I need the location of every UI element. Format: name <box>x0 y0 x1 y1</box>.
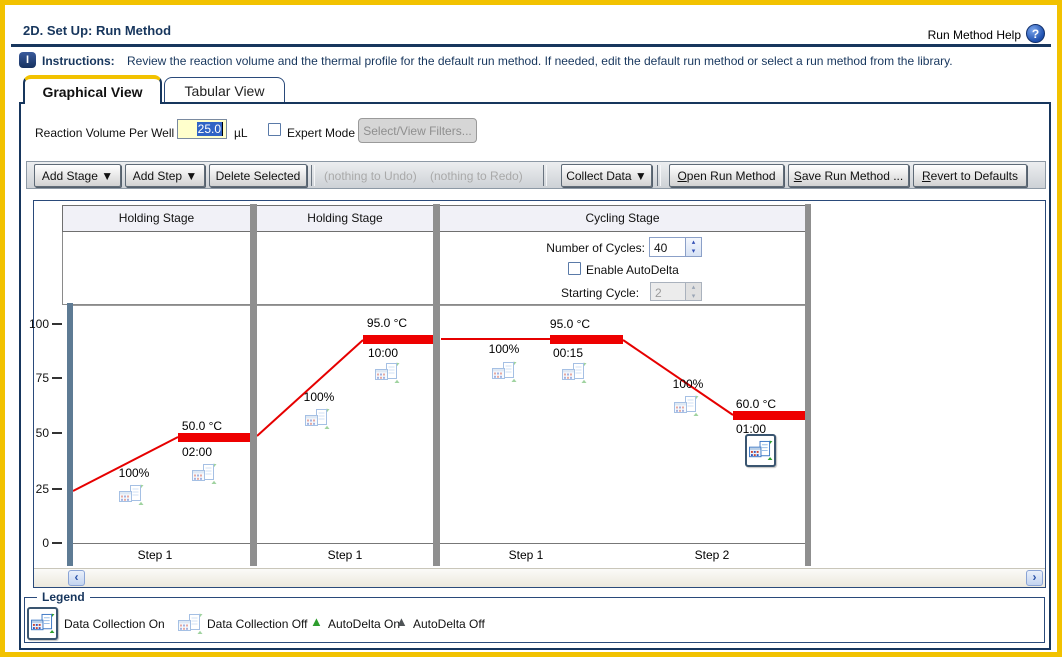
stage-header-cycling[interactable]: Cycling Stage <box>439 205 806 232</box>
legend-data-collection-off-icon <box>177 613 203 635</box>
add-stage-button[interactable]: Add Stage ▼ <box>34 164 121 187</box>
number-of-cycles-label: Number of Cycles: <box>535 241 645 255</box>
instructions-label: Instructions: <box>42 54 115 68</box>
data-collection-off-icon[interactable] <box>191 463 217 485</box>
step-temperature[interactable]: 50.0 °C <box>162 419 242 433</box>
delete-selected-button[interactable]: Delete Selected <box>209 164 307 187</box>
y-tick-mark <box>52 432 62 434</box>
expert-mode-checkbox[interactable] <box>268 123 281 136</box>
stage-options-box <box>62 231 251 305</box>
spinner-arrows-icon: ▴▾ <box>685 283 701 300</box>
help-link[interactable]: Run Method Help <box>928 28 1021 42</box>
ramp-rate[interactable]: 100% <box>653 377 723 391</box>
legend-item-label: AutoDelta Off <box>413 617 485 631</box>
data-collection-on-icon[interactable] <box>745 434 776 467</box>
legend-item-label: Data Collection On <box>64 617 165 631</box>
y-tick-mark <box>52 542 62 544</box>
data-collection-on-glyph <box>30 613 55 634</box>
scroll-right-button[interactable]: › <box>1026 570 1043 586</box>
data-collection-off-icon[interactable] <box>561 362 587 384</box>
redo-hint: (nothing to Redo) <box>430 169 523 183</box>
help-icon[interactable]: ? <box>1026 24 1045 43</box>
legend-item-label: AutoDelta On <box>328 617 400 631</box>
enable-autodelta-label: Enable AutoDelta <box>586 263 679 277</box>
instructions-icon: I <box>19 52 36 68</box>
stage-header-holding-2[interactable]: Holding Stage <box>256 205 434 232</box>
legend-title: Legend <box>37 590 90 604</box>
legend-item-label: Data Collection Off <box>207 617 308 631</box>
run-method-window: 2D. Set Up: Run Method Run Method Help ?… <box>0 0 1062 657</box>
step-time[interactable]: 02:00 <box>157 445 237 459</box>
legend-data-collection-on-icon <box>27 607 58 640</box>
header-divider <box>11 44 1051 47</box>
data-collection-on-glyph <box>748 440 773 461</box>
number-of-cycles-spinner[interactable]: 40 ▴▾ <box>649 237 702 257</box>
starting-cycle-value: 2 <box>655 286 662 300</box>
stage-divider <box>433 204 440 566</box>
chart-horizontal-scrollbar[interactable] <box>34 568 1045 587</box>
y-tick-label: 50 <box>23 426 49 440</box>
step-name[interactable]: Step 2 <box>667 548 757 562</box>
y-tick-label: 75 <box>23 371 49 385</box>
stage-options-box <box>256 231 434 305</box>
stage-header-holding-1[interactable]: Holding Stage <box>62 205 251 232</box>
stage-divider <box>805 204 811 566</box>
step-time[interactable]: 00:15 <box>528 346 608 360</box>
autodelta-off-icon: ▲ <box>395 615 408 628</box>
y-tick-mark <box>52 377 62 379</box>
y-tick-mark <box>52 323 62 325</box>
step-temperature[interactable]: 95.0 °C <box>530 317 610 331</box>
toolbar-separator <box>543 165 547 186</box>
autodelta-on-icon: ▲ <box>310 615 323 628</box>
ramp-rate[interactable]: 100% <box>99 466 169 480</box>
y-tick-mark <box>52 488 62 490</box>
step-name[interactable]: Step 1 <box>481 548 571 562</box>
select-view-filters-button[interactable]: Select/View Filters... <box>358 118 477 143</box>
step-temperature[interactable]: 95.0 °C <box>347 316 427 330</box>
volume-unit-label: µL <box>234 126 248 140</box>
step-time[interactable]: 10:00 <box>343 346 423 360</box>
data-collection-off-icon[interactable] <box>118 484 144 506</box>
scroll-left-button[interactable]: ‹ <box>68 570 85 586</box>
toolbar-separator <box>657 165 661 186</box>
starting-cycle-spinner: 2 ▴▾ <box>650 282 702 301</box>
save-run-method-button[interactable]: Save Run Method ... <box>788 164 909 187</box>
y-tick-label: 25 <box>23 482 49 496</box>
data-collection-off-icon[interactable] <box>304 408 330 430</box>
ramp-rate[interactable]: 100% <box>284 390 354 404</box>
data-collection-off-icon[interactable] <box>673 395 699 417</box>
ramp-rate[interactable]: 100% <box>469 342 539 356</box>
expert-mode-label: Expert Mode <box>287 126 355 140</box>
step-name[interactable]: Step 1 <box>300 548 390 562</box>
toolbar-separator <box>311 165 315 186</box>
revert-to-defaults-button[interactable]: Revert to Defaults <box>913 164 1027 187</box>
page-title: 2D. Set Up: Run Method <box>23 23 171 38</box>
instructions-text: Review the reaction volume and the therm… <box>127 54 1047 68</box>
undo-hint: (nothing to Undo) <box>324 169 417 183</box>
data-collection-off-icon[interactable] <box>374 362 400 384</box>
plot-left-edge <box>67 303 73 566</box>
tab-tabular-view[interactable]: Tabular View <box>164 77 285 102</box>
y-tick-label: 100 <box>23 317 49 331</box>
add-step-button[interactable]: Add Step ▼ <box>125 164 205 187</box>
y-tick-label: 0 <box>23 536 49 550</box>
collect-data-button[interactable]: Collect Data ▼ <box>561 164 652 187</box>
open-run-method-button[interactable]: Open Run Method <box>669 164 784 187</box>
enable-autodelta-checkbox[interactable] <box>568 262 581 275</box>
reaction-volume-label: Reaction Volume Per Well <box>35 126 174 140</box>
tab-graphical-view[interactable]: Graphical View <box>23 75 162 104</box>
number-of-cycles-value: 40 <box>654 241 667 255</box>
step-name[interactable]: Step 1 <box>110 548 200 562</box>
step-temperature[interactable]: 60.0 °C <box>716 397 796 411</box>
data-collection-off-icon[interactable] <box>491 361 517 383</box>
reaction-volume-value: 25.0 <box>197 122 223 136</box>
starting-cycle-label: Starting Cycle: <box>561 286 639 300</box>
spinner-arrows-icon[interactable]: ▴▾ <box>685 238 701 256</box>
reaction-volume-input[interactable]: 25.0 <box>177 119 227 139</box>
stage-divider <box>250 204 257 566</box>
